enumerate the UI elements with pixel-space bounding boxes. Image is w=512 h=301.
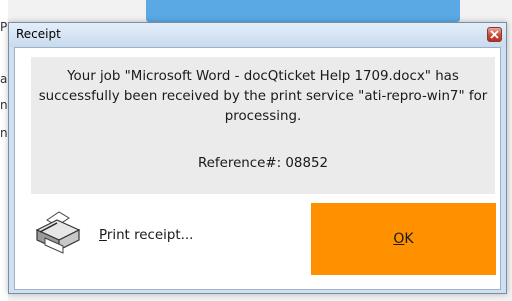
background-blue-bar — [146, 0, 460, 22]
window-title: Receipt — [16, 27, 61, 41]
background-char: n — [0, 126, 8, 140]
ok-label: K — [404, 231, 414, 247]
receipt-dialog: Receipt Your job "Microsoft Word - docQt… — [8, 22, 507, 294]
background-char: a — [0, 72, 8, 86]
print-receipt-mnemonic: P — [99, 228, 107, 243]
close-icon — [490, 30, 499, 39]
close-button[interactable] — [487, 27, 502, 42]
reference-number: 08852 — [285, 156, 329, 171]
print-receipt-label: rint receipt... — [106, 228, 194, 243]
printer-icon — [35, 211, 81, 254]
background-window-edge — [0, 0, 8, 301]
background-char: n — [0, 98, 8, 112]
title-bar[interactable]: Receipt — [9, 23, 506, 47]
ok-button[interactable]: OK — [311, 203, 496, 275]
print-receipt-link[interactable]: Print receipt... — [99, 228, 193, 243]
message-panel: Your job "Microsoft Word - docQticket He… — [31, 57, 495, 194]
job-received-message: Your job "Microsoft Word - docQticket He… — [38, 69, 488, 124]
reference-label: Reference#: — [197, 156, 282, 171]
background-char: P — [0, 20, 8, 34]
reference-line: Reference#: 08852 — [31, 156, 495, 171]
ok-mnemonic: O — [393, 231, 405, 247]
dialog-content: Your job "Microsoft Word - docQticket He… — [14, 47, 501, 290]
